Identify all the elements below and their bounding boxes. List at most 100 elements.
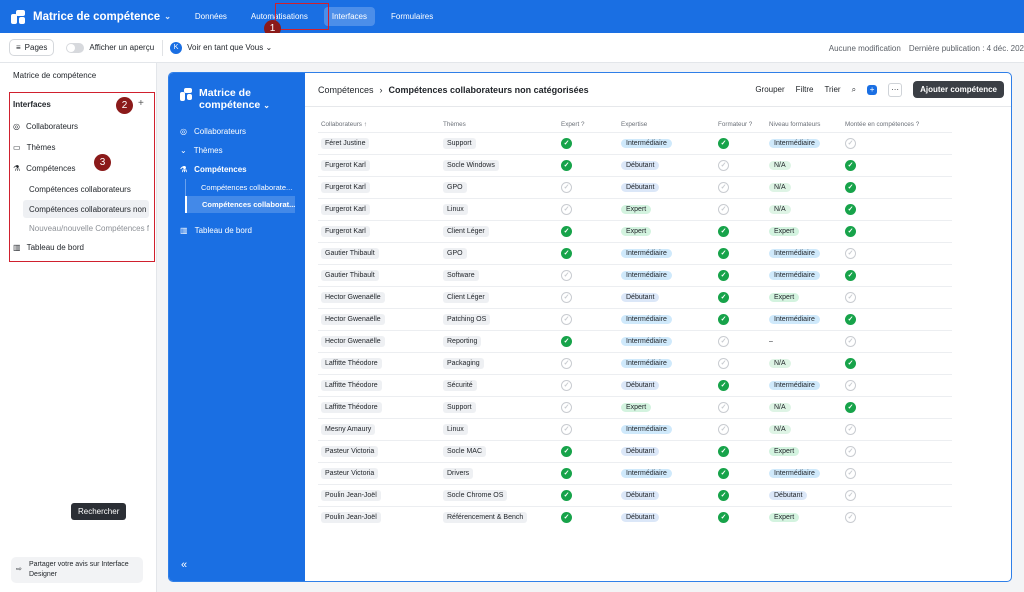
cell-expertise[interactable]: Débutant xyxy=(618,285,715,308)
interface-nav-collaborateurs[interactable]: ◎ Collaborateurs xyxy=(180,127,246,136)
table-row[interactable]: Furgerot Karl GPO ✓ Débutant ✓ N/A ✓ xyxy=(318,175,952,198)
cell-formateur[interactable]: ✓ xyxy=(715,197,766,220)
empty-check-icon[interactable]: ✓ xyxy=(561,401,572,413)
cell-niveau[interactable]: N/A xyxy=(766,417,842,440)
table-row[interactable]: Poulin Jean-Joël Référencement & Bench ✓ Dé… xyxy=(318,505,952,528)
empty-check-icon[interactable]: ✓ xyxy=(845,511,856,523)
check-circle-icon[interactable]: ✓ xyxy=(845,401,856,413)
empty-check-icon[interactable]: ✓ xyxy=(561,269,572,281)
check-circle-icon[interactable]: ✓ xyxy=(845,269,856,281)
check-circle-icon[interactable]: ✓ xyxy=(561,335,572,347)
cell-collaborateur[interactable]: Hector Gwenaëlle xyxy=(318,307,440,330)
cell-expertise[interactable]: Intermédiaire xyxy=(618,461,715,484)
check-circle-icon[interactable]: ✓ xyxy=(845,357,856,369)
empty-check-icon[interactable]: ✓ xyxy=(718,401,729,413)
check-circle-icon[interactable]: ✓ xyxy=(718,247,729,259)
breadcrumb-parent[interactable]: Compétences xyxy=(318,85,374,95)
app-title[interactable]: Matrice de compétence ⌄ xyxy=(33,11,171,23)
check-circle-icon[interactable]: ✓ xyxy=(561,511,572,523)
cell-montee[interactable]: ✓ xyxy=(842,483,952,506)
interface-nav-competences[interactable]: ⚗ Compétences xyxy=(180,165,247,174)
cell-collaborateur[interactable]: Poulin Jean-Joël xyxy=(318,505,440,528)
interface-subnav-non-categorisees[interactable]: Compétences collaborat... xyxy=(185,196,295,213)
cell-expert[interactable]: ✓ xyxy=(558,197,618,220)
cell-collaborateur[interactable]: Laffitte Théodore xyxy=(318,351,440,374)
empty-check-icon[interactable]: ✓ xyxy=(845,137,856,149)
check-circle-icon[interactable]: ✓ xyxy=(718,291,729,303)
cell-expert[interactable]: ✓ xyxy=(558,285,618,308)
cell-niveau[interactable]: – xyxy=(766,329,842,352)
cell-expertise[interactable]: Expert xyxy=(618,219,715,242)
cell-theme[interactable]: Drivers xyxy=(440,461,558,484)
cell-montee[interactable]: ✓ xyxy=(842,373,952,396)
empty-check-icon[interactable]: ✓ xyxy=(561,313,572,325)
cell-theme[interactable]: Référencement & Bench xyxy=(440,505,558,528)
column-header[interactable]: Collaborateurs ↑ xyxy=(318,117,440,132)
check-circle-icon[interactable]: ✓ xyxy=(561,137,572,149)
cell-montee[interactable]: ✓ xyxy=(842,285,952,308)
cell-expert[interactable]: ✓ xyxy=(558,417,618,440)
empty-check-icon[interactable]: ✓ xyxy=(845,423,856,435)
cell-collaborateur[interactable]: Pasteur Victoria xyxy=(318,461,440,484)
empty-check-icon[interactable]: ✓ xyxy=(561,379,572,391)
cell-montee[interactable]: ✓ xyxy=(842,175,952,198)
table-row[interactable]: Hector Gwenaëlle Reporting ✓ Intermédiaire ✓… xyxy=(318,329,952,352)
cell-formateur[interactable]: ✓ xyxy=(715,483,766,506)
cell-collaborateur[interactable]: Hector Gwenaëlle xyxy=(318,329,440,352)
cell-expert[interactable]: ✓ xyxy=(558,505,618,528)
cell-montee[interactable]: ✓ xyxy=(842,439,952,462)
interface-nav-themes[interactable]: ⌄ Thèmes xyxy=(180,146,223,155)
cell-formateur[interactable]: ✓ xyxy=(715,241,766,264)
cell-theme[interactable]: Client Léger xyxy=(440,219,558,242)
empty-check-icon[interactable]: ✓ xyxy=(845,445,856,457)
check-circle-icon[interactable]: ✓ xyxy=(561,159,572,171)
cell-theme[interactable]: Socle Windows xyxy=(440,153,558,176)
cell-expertise[interactable]: Débutant xyxy=(618,483,715,506)
cell-expert[interactable]: ✓ xyxy=(558,483,618,506)
search-icon[interactable]: ⌕ xyxy=(852,85,856,95)
cell-formateur[interactable]: ✓ xyxy=(715,461,766,484)
cell-collaborateur[interactable]: Furgerot Karl xyxy=(318,153,440,176)
check-circle-icon[interactable]: ✓ xyxy=(561,445,572,457)
cell-montee[interactable]: ✓ xyxy=(842,329,952,352)
cell-niveau[interactable]: Expert xyxy=(766,439,842,462)
cell-expert[interactable]: ✓ xyxy=(558,461,618,484)
check-circle-icon[interactable]: ✓ xyxy=(845,313,856,325)
cell-expert[interactable]: ✓ xyxy=(558,307,618,330)
cell-expert[interactable]: ✓ xyxy=(558,395,618,418)
cell-collaborateur[interactable]: Furgerot Karl xyxy=(318,175,440,198)
empty-check-icon[interactable]: ✓ xyxy=(845,489,856,501)
cell-formateur[interactable]: ✓ xyxy=(715,307,766,330)
pages-button[interactable]: ≡ Pages xyxy=(9,39,55,56)
empty-check-icon[interactable]: ✓ xyxy=(845,291,856,303)
cell-montee[interactable]: ✓ xyxy=(842,505,952,528)
cell-niveau[interactable]: Expert xyxy=(766,285,842,308)
cell-collaborateur[interactable]: Furgerot Karl xyxy=(318,219,440,242)
table-row[interactable]: Pasteur Victoria Drivers ✓ Intermédiaire ✓ In… xyxy=(318,461,952,484)
cell-collaborateur[interactable]: Féret Justine xyxy=(318,131,440,154)
feedback-banner[interactable]: ⇨ Partager votre avis sur Interface Desi… xyxy=(11,557,143,583)
add-competence-button[interactable]: Ajouter compétence xyxy=(913,81,1004,98)
cell-montee[interactable]: ✓ xyxy=(842,351,952,374)
cell-collaborateur[interactable]: Laffitte Théodore xyxy=(318,395,440,418)
cell-montee[interactable]: ✓ xyxy=(842,219,952,242)
cell-formateur[interactable]: ✓ xyxy=(715,395,766,418)
cell-theme[interactable]: Sécurité xyxy=(440,373,558,396)
cell-niveau[interactable]: N/A xyxy=(766,395,842,418)
collapse-sidebar-icon[interactable]: « xyxy=(181,559,187,571)
cell-expert[interactable]: ✓ xyxy=(558,175,618,198)
cell-formateur[interactable]: ✓ xyxy=(715,505,766,528)
column-header[interactable]: Niveau formateurs xyxy=(766,117,842,132)
cell-expertise[interactable]: Débutant xyxy=(618,373,715,396)
preview-toggle[interactable] xyxy=(66,42,85,53)
table-row[interactable]: Hector Gwenaëlle Patching OS ✓ Intermédiair… xyxy=(318,307,952,330)
cell-theme[interactable]: Support xyxy=(440,131,558,154)
cell-formateur[interactable]: ✓ xyxy=(715,373,766,396)
cell-expertise[interactable]: Débutant xyxy=(618,439,715,462)
cell-formateur[interactable]: ✓ xyxy=(715,263,766,286)
empty-check-icon[interactable]: ✓ xyxy=(718,159,729,171)
cell-theme[interactable]: Software xyxy=(440,263,558,286)
table-row[interactable]: Féret Justine Support ✓ Intermédiaire ✓ Inter… xyxy=(318,131,952,154)
cell-expertise[interactable]: Intermédiaire xyxy=(618,329,715,352)
check-circle-icon[interactable]: ✓ xyxy=(845,159,856,171)
